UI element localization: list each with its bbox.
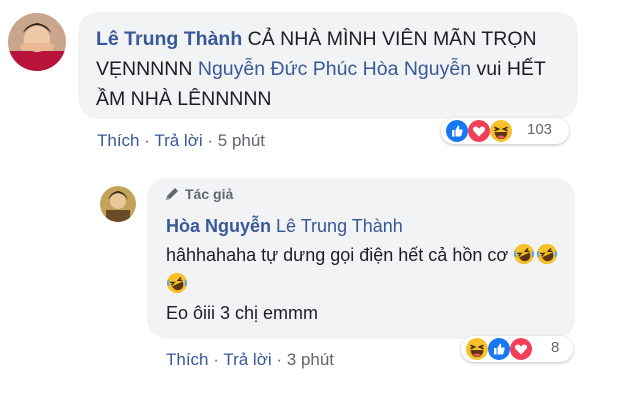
reply-button[interactable]: Trả lời (223, 350, 271, 369)
reaction-summary[interactable]: 103 (441, 118, 569, 144)
comment-body: Lê Trung Thành CẢ NHÀ MÌNH VIÊN MÃN TRỌN… (96, 24, 566, 114)
haha-reaction-icon (489, 119, 513, 143)
separator: · (207, 131, 218, 150)
laughing-emoji-icon (536, 243, 558, 265)
laughing-emoji-icon (166, 272, 188, 294)
author-badge: Tác giả (164, 186, 233, 202)
separator: · (276, 350, 287, 369)
reply-text-line-2: Eo ôiii 3 chị emmm (166, 303, 319, 323)
like-reaction-icon (445, 119, 469, 143)
timestamp[interactable]: 5 phút (218, 131, 265, 150)
like-button[interactable]: Thích (97, 131, 140, 150)
comment-actions: Thích · Trả lời · 5 phút (97, 131, 265, 151)
author-badge-label: Tác giả (185, 186, 234, 202)
separator: · (213, 350, 224, 369)
avatar[interactable] (8, 13, 66, 71)
like-reaction-icon (487, 337, 511, 361)
comment-author-link[interactable]: Lê Trung Thành (96, 28, 242, 50)
pencil-icon (166, 188, 178, 200)
reply-text-line-1: hâhhahaha tự dưng gọi điện hết cả hồn cơ (166, 245, 509, 265)
haha-reaction-icon (465, 337, 489, 361)
like-button[interactable]: Thích (166, 350, 209, 369)
laughing-emoji-icon (513, 243, 535, 265)
timestamp[interactable]: 3 phút (287, 350, 334, 369)
reply-avatar[interactable] (100, 186, 136, 222)
mention-link[interactable]: Nguyễn Đức Phúc Hòa Nguyễn (198, 58, 471, 80)
reaction-count: 103 (527, 121, 553, 138)
reply-reaction-summary[interactable]: 8 (461, 336, 573, 362)
mention-link[interactable]: Lê Trung Thành (276, 216, 403, 236)
reply-body: Hòa Nguyễn Lê Trung Thành hâhhahaha tự d… (166, 212, 566, 328)
love-reaction-icon (467, 119, 491, 143)
reaction-count: 8 (551, 339, 560, 356)
reply-author-link[interactable]: Hòa Nguyễn (166, 216, 271, 236)
reply-button[interactable]: Trả lời (154, 131, 202, 150)
reply-actions: Thích · Trả lời · 3 phút (166, 350, 334, 370)
separator: · (144, 131, 155, 150)
love-reaction-icon (509, 337, 533, 361)
